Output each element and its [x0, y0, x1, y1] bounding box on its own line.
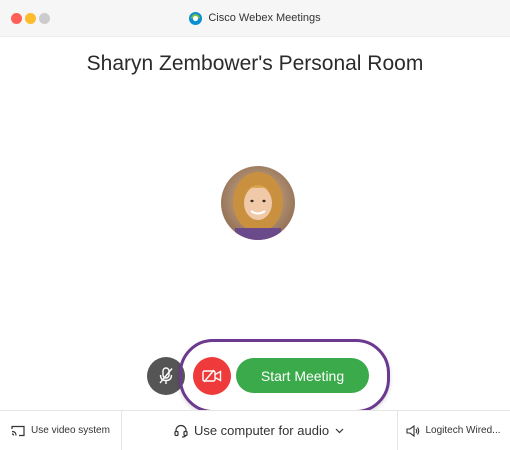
use-video-system-label: Use video system: [31, 425, 110, 436]
headset-icon: [174, 424, 188, 438]
speaker-select-button[interactable]: Logitech Wired...: [397, 411, 510, 450]
bottom-bar: Use video system Use computer for audio: [0, 410, 510, 450]
webex-logo-icon: [189, 11, 203, 25]
chevron-down-icon: [335, 428, 344, 434]
window-title: Cisco Webex Meetings: [208, 12, 321, 24]
personal-room-title: Sharyn Zembower's Personal Room: [86, 52, 424, 75]
mute-button[interactable]: [147, 357, 185, 395]
speaker-icon: [406, 424, 420, 437]
cast-screen-icon: [11, 425, 25, 437]
start-meeting-button[interactable]: Start Meeting: [236, 358, 369, 393]
audio-option-dropdown[interactable]: Use computer for audio: [121, 411, 397, 450]
stop-video-button[interactable]: [193, 357, 231, 395]
speaker-label: Logitech Wired...: [425, 425, 501, 436]
webex-window: Cisco Webex Meetings Sharyn Zembower's P…: [0, 0, 510, 450]
user-avatar: [221, 166, 295, 240]
title-bar: Cisco Webex Meetings: [0, 0, 510, 37]
microphone-muted-icon: [158, 367, 174, 385]
window-title-wrap: Cisco Webex Meetings: [0, 9, 510, 27]
audio-option-label: Use computer for audio: [193, 423, 330, 438]
use-video-system-button[interactable]: Use video system: [0, 411, 121, 450]
video-off-icon: [202, 369, 222, 383]
